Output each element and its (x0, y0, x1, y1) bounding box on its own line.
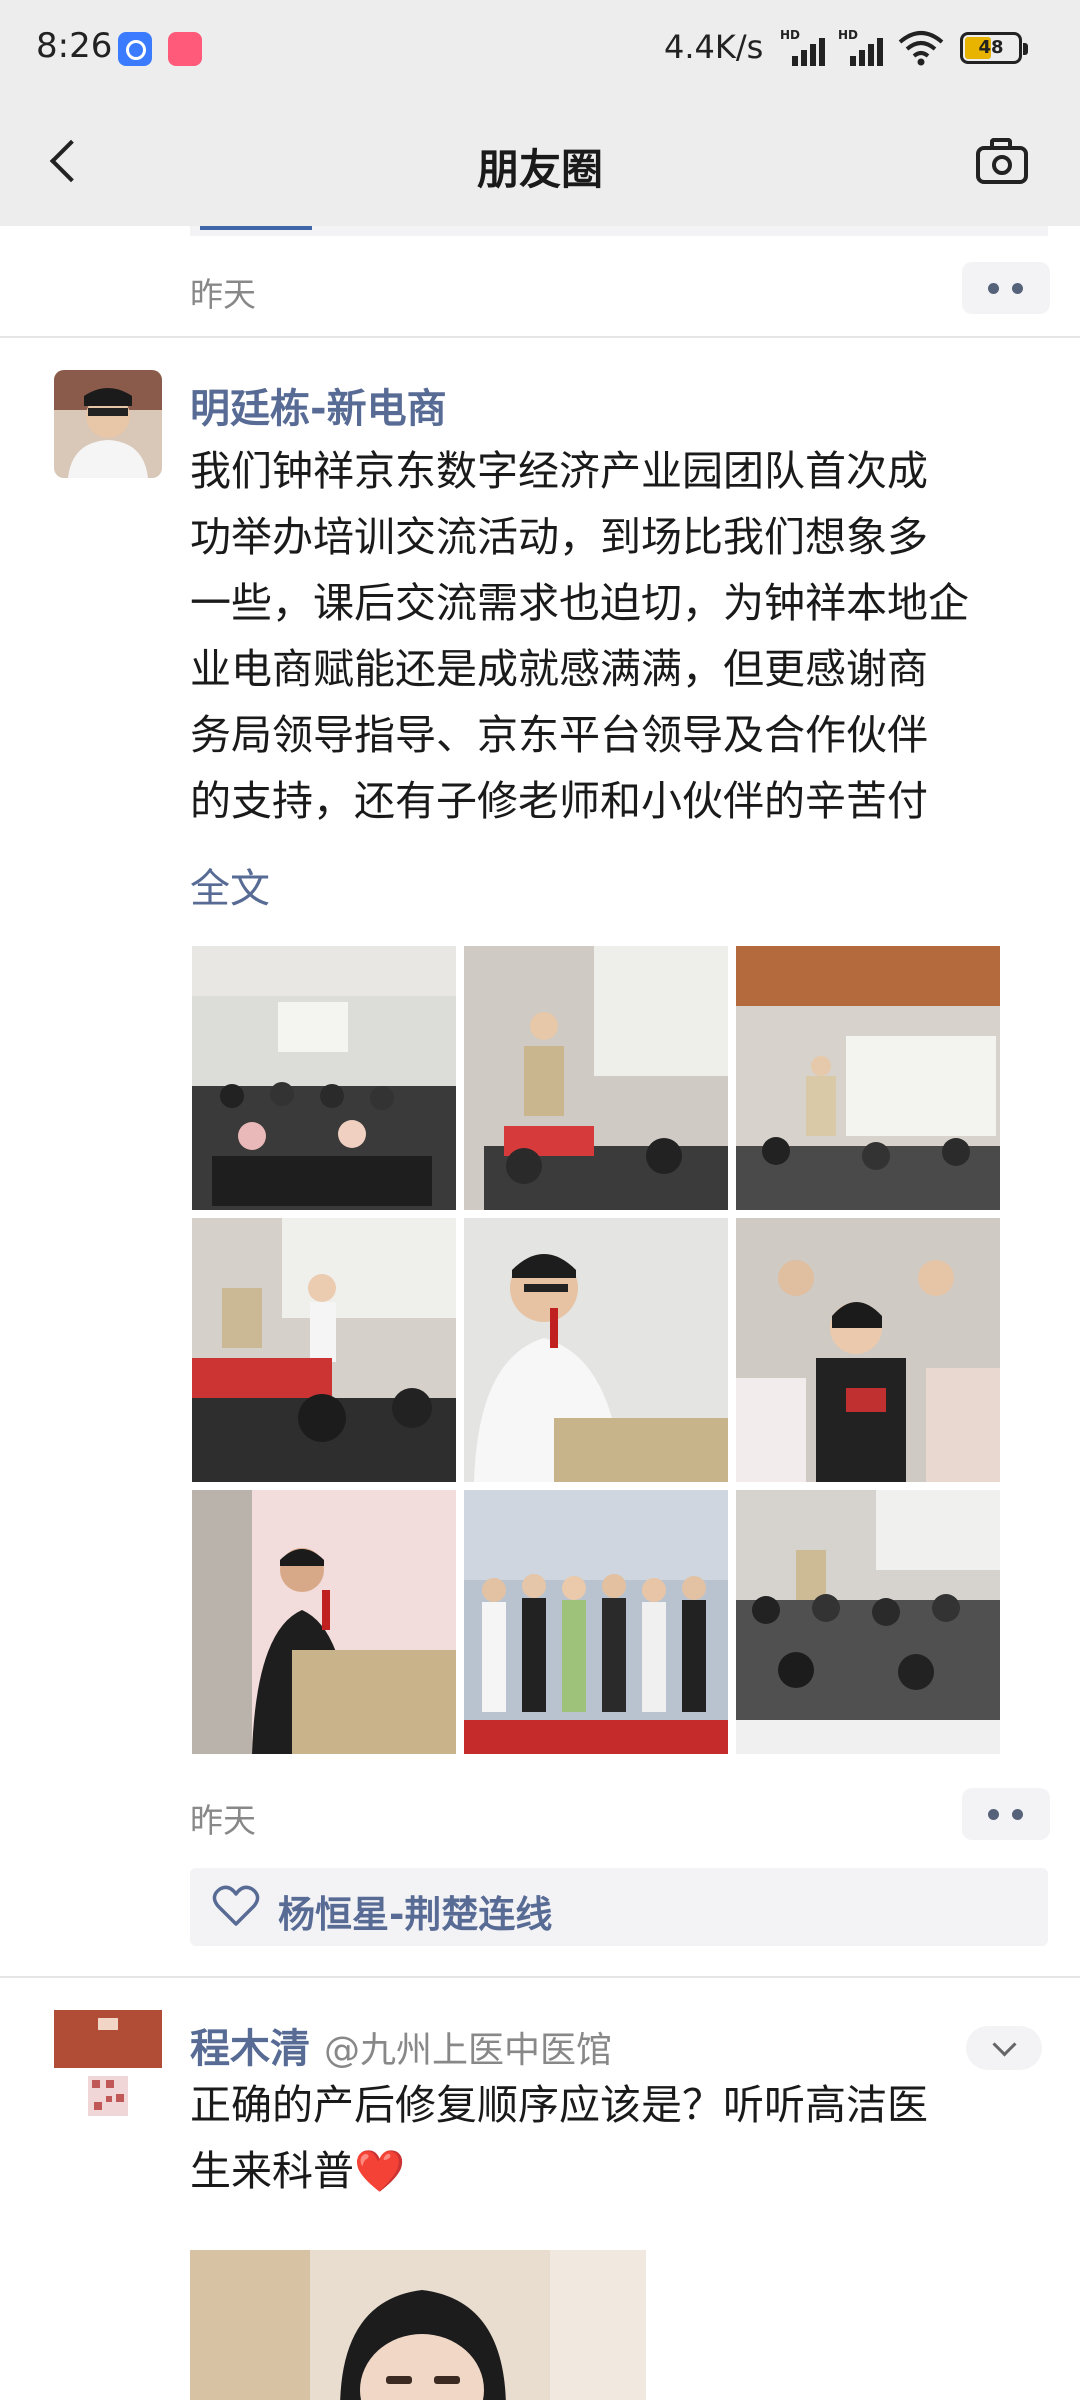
liker-name[interactable]: 杨恒星-荆楚连线 (278, 1884, 552, 1938)
expand-full-text-link[interactable]: 全文 (190, 856, 270, 914)
post-text-body: 正确的产后修复顺序应该是？听听高洁医 生来科普 (190, 2081, 928, 2195)
post-text: 我们钟祥京东数字经济产业园团队首次成 功举办培训交流活动，到场比我们想象多 一些… (190, 447, 969, 825)
bilibili-notification-icon (168, 32, 202, 66)
post-timestamp: 昨天 (190, 1801, 256, 1840)
photo-9[interactable] (736, 1490, 1000, 1754)
battery-icon: 48 (960, 32, 1028, 64)
photo-3[interactable] (736, 946, 1000, 1210)
moments-feed[interactable]: 昨天 明廷栋-新电商 我们钟祥京东数字经济产业园团队首次成 功举办培训交流活动，… (0, 226, 1080, 2400)
nav-bar: 朋友圈 (0, 96, 1080, 226)
post-timestamp: 昨天 (190, 275, 256, 314)
like-heart-icon (212, 1885, 260, 1926)
photo-6[interactable] (736, 1218, 1000, 1482)
likes-section: 杨恒星-荆楚连线 (190, 1868, 1048, 1946)
page-title: 朋友圈 (476, 145, 603, 194)
app-notification-icon (118, 32, 152, 66)
post-text: 正确的产后修复顺序应该是？听听高洁医 生来科普❤️ (190, 2072, 1060, 2204)
post-author-name[interactable]: 明廷栋-新电商 (190, 376, 447, 434)
status-time: 8:26 (36, 26, 113, 66)
wifi-icon (898, 31, 944, 66)
network-speed: 4.4K/s (664, 28, 764, 66)
heart-emoji: ❤️ (354, 2147, 406, 2195)
divider (0, 336, 1080, 338)
avatar[interactable] (54, 2010, 162, 2118)
photo-2[interactable] (464, 946, 728, 1210)
video-thumbnail[interactable] (190, 2250, 646, 2400)
photo-4[interactable] (192, 1218, 456, 1482)
post-author-name-text[interactable]: 程木清 (190, 2026, 310, 2072)
avatar[interactable] (54, 370, 162, 478)
status-bar: 8:26 4.4K/s HD HD 48 (0, 0, 1080, 96)
post-author-name[interactable]: 程木清 @九州上医中医馆 (190, 2016, 612, 2074)
signal-icon-sim2: HD (838, 28, 890, 68)
signal-icon-sim1: HD (780, 28, 832, 68)
divider (0, 1976, 1080, 1978)
photo-7[interactable] (192, 1490, 456, 1754)
previous-post-card[interactable] (190, 226, 1048, 236)
author-handle: @九州上医中医馆 (323, 2030, 612, 2071)
more-actions-button[interactable] (962, 262, 1050, 314)
photo-1[interactable] (192, 946, 456, 1210)
more-actions-button[interactable] (962, 1788, 1050, 1840)
photo-8[interactable] (464, 1490, 728, 1754)
photo-grid (192, 946, 1008, 1762)
photo-5[interactable] (464, 1218, 728, 1482)
battery-level: 48 (978, 37, 1004, 58)
camera-button[interactable] (970, 136, 1034, 188)
expand-menu-button[interactable] (966, 2026, 1042, 2070)
